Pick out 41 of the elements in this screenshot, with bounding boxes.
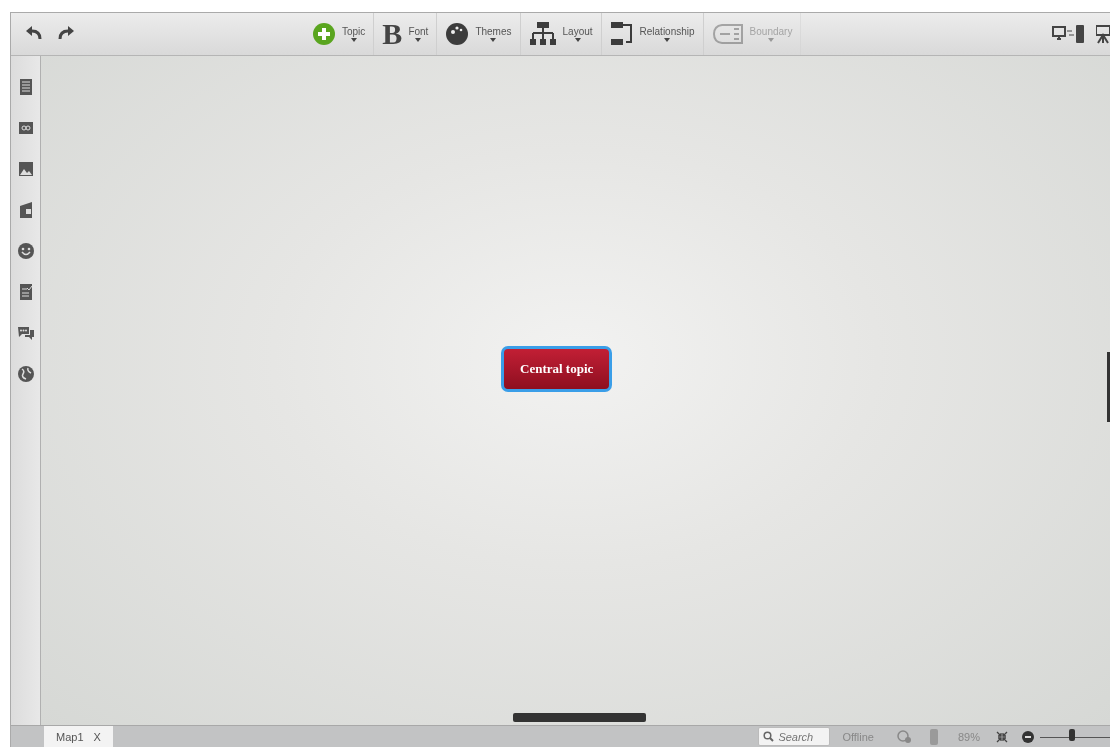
link-icon[interactable] [16, 119, 35, 137]
toolbar-label: Font [408, 26, 429, 38]
connection-status: Offline [841, 729, 875, 745]
caret-icon [768, 38, 774, 42]
central-topic-node[interactable]: Central topic [501, 346, 613, 392]
toolbar-label: Topic [342, 26, 366, 38]
connector-icon[interactable] [609, 21, 634, 47]
map-tab[interactable]: Map1 X [44, 726, 113, 747]
caret-icon [574, 38, 581, 42]
search-box[interactable]: Search [758, 727, 831, 746]
smiley-icon[interactable] [16, 242, 35, 260]
toolbar-button[interactable]: Themes [437, 13, 521, 55]
zoom-percentage: 89% [956, 729, 981, 745]
add-icon[interactable] [312, 22, 336, 46]
toolbar-button[interactable]: Relationship [601, 13, 704, 55]
vertical-scrollbar[interactable] [1107, 352, 1110, 422]
toolbar-label: Relationship [639, 26, 695, 38]
presentation-icon[interactable] [1096, 24, 1110, 44]
bold-glyph: B [382, 17, 403, 51]
close-button[interactable]: X [93, 730, 101, 743]
toolbar-label: Themes [475, 26, 512, 38]
horizontal-scrollbar[interactable] [513, 713, 646, 722]
palette-icon[interactable] [445, 22, 470, 46]
toolbar-button[interactable]: Topic [304, 13, 375, 55]
toolbar-label: Layout [562, 26, 593, 38]
caret-icon [490, 38, 497, 42]
image-icon[interactable] [16, 160, 35, 178]
caret-icon [350, 38, 357, 42]
zoom-out-icon[interactable] [1022, 730, 1034, 743]
org-chart-icon[interactable] [528, 21, 557, 47]
search-field[interactable]: Search [778, 730, 823, 743]
monitor-sync-icon[interactable] [1052, 24, 1086, 44]
caret-icon [664, 38, 671, 42]
battery-icon [929, 728, 938, 745]
globe-icon[interactable] [16, 365, 35, 383]
caret-icon [415, 38, 422, 42]
slider-thumb[interactable] [1068, 729, 1075, 741]
toolbar-label: Boundary [749, 26, 793, 38]
search-icon [763, 731, 775, 742]
toolbar-button[interactable]: Layout [520, 13, 602, 55]
comment-icon[interactable] [16, 324, 35, 342]
